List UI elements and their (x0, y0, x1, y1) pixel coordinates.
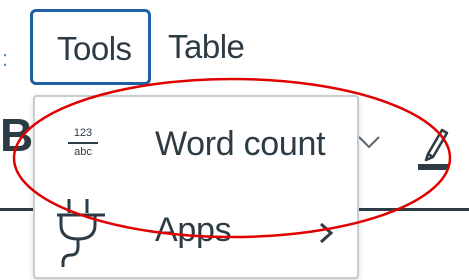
highlight-pen-icon[interactable] (416, 124, 450, 172)
menu-item-word-count[interactable]: 123 abc Word count (35, 107, 357, 187)
word-count-icon: 123 abc (63, 127, 103, 167)
plug-icon (57, 199, 105, 267)
menu-tools-label: Tools (57, 30, 132, 67)
menu-item-apps[interactable]: Apps (35, 193, 357, 273)
tools-dropdown-menu: 123 abc Word count Apps (33, 95, 359, 279)
menu-tools[interactable]: Tools (30, 9, 151, 85)
chevron-down-icon[interactable] (355, 128, 383, 156)
menu-table[interactable]: Table (168, 28, 245, 66)
menu-item-label: Apps (155, 211, 232, 249)
menu-item-label: Word count (155, 125, 326, 163)
chevron-right-icon (319, 222, 334, 244)
bold-button[interactable]: B (0, 108, 33, 162)
menubar-overflow-edge: : (2, 46, 9, 71)
editor-screenshot: : Tools Table B 123 abc Word count Apps (0, 0, 469, 280)
